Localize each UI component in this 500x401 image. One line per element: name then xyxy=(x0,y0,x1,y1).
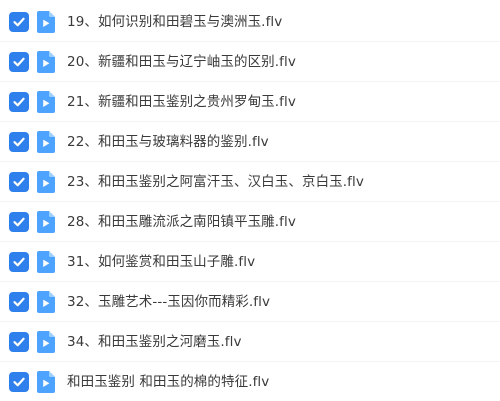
file-row[interactable]: 20、新疆和田玉与辽宁岫玉的区别.flv xyxy=(0,42,500,82)
file-row[interactable]: 21、新疆和田玉鉴别之贵州罗甸玉.flv xyxy=(0,82,500,122)
checkbox-checked-icon[interactable] xyxy=(9,252,29,272)
file-row[interactable]: 22、和田玉与玻璃料器的鉴别.flv xyxy=(0,122,500,162)
file-row[interactable]: 32、玉雕艺术---玉因你而精彩.flv xyxy=(0,282,500,322)
file-name: 32、玉雕艺术---玉因你而精彩.flv xyxy=(67,294,271,310)
video-file-icon xyxy=(37,211,55,233)
checkbox-checked-icon[interactable] xyxy=(9,12,29,32)
file-name: 21、新疆和田玉鉴别之贵州罗甸玉.flv xyxy=(67,94,296,110)
checkbox-checked-icon[interactable] xyxy=(9,92,29,112)
file-row[interactable]: 34、和田玉鉴别之河磨玉.flv xyxy=(0,322,500,362)
video-file-icon xyxy=(37,291,55,313)
file-row[interactable]: 23、和田玉鉴别之阿富汗玉、汉白玉、京白玉.flv xyxy=(0,162,500,202)
file-row[interactable]: 28、和田玉雕流派之南阳镇平玉雕.flv xyxy=(0,202,500,242)
video-file-icon xyxy=(37,171,55,193)
video-file-icon xyxy=(37,91,55,113)
video-file-icon xyxy=(37,371,55,393)
video-file-icon xyxy=(37,331,55,353)
checkbox-checked-icon[interactable] xyxy=(9,172,29,192)
file-row[interactable]: 和田玉鉴别 和田玉的棉的特征.flv xyxy=(0,362,500,401)
checkbox-checked-icon[interactable] xyxy=(9,292,29,312)
video-file-icon xyxy=(37,131,55,153)
checkbox-checked-icon[interactable] xyxy=(9,332,29,352)
file-name: 31、如何鉴赏和田玉山子雕.flv xyxy=(67,254,256,270)
video-file-icon xyxy=(37,251,55,273)
checkbox-checked-icon[interactable] xyxy=(9,52,29,72)
video-file-icon xyxy=(37,11,55,33)
file-row[interactable]: 31、如何鉴赏和田玉山子雕.flv xyxy=(0,242,500,282)
file-name: 22、和田玉与玻璃料器的鉴别.flv xyxy=(67,134,269,150)
checkbox-checked-icon[interactable] xyxy=(9,372,29,392)
file-name: 和田玉鉴别 和田玉的棉的特征.flv xyxy=(67,374,270,390)
file-row[interactable]: 19、如何识别和田碧玉与澳洲玉.flv xyxy=(0,2,500,42)
file-name: 34、和田玉鉴别之河磨玉.flv xyxy=(67,334,242,350)
checkbox-checked-icon[interactable] xyxy=(9,132,29,152)
file-name: 19、如何识别和田碧玉与澳洲玉.flv xyxy=(67,14,283,30)
file-name: 28、和田玉雕流派之南阳镇平玉雕.flv xyxy=(67,214,296,230)
checkbox-checked-icon[interactable] xyxy=(9,212,29,232)
file-list: 19、如何识别和田碧玉与澳洲玉.flv 20、新疆和田玉与辽宁岫玉的区别.flv 2… xyxy=(0,0,500,401)
file-name: 20、新疆和田玉与辽宁岫玉的区别.flv xyxy=(67,54,296,70)
file-name: 23、和田玉鉴别之阿富汗玉、汉白玉、京白玉.flv xyxy=(67,174,364,190)
video-file-icon xyxy=(37,51,55,73)
